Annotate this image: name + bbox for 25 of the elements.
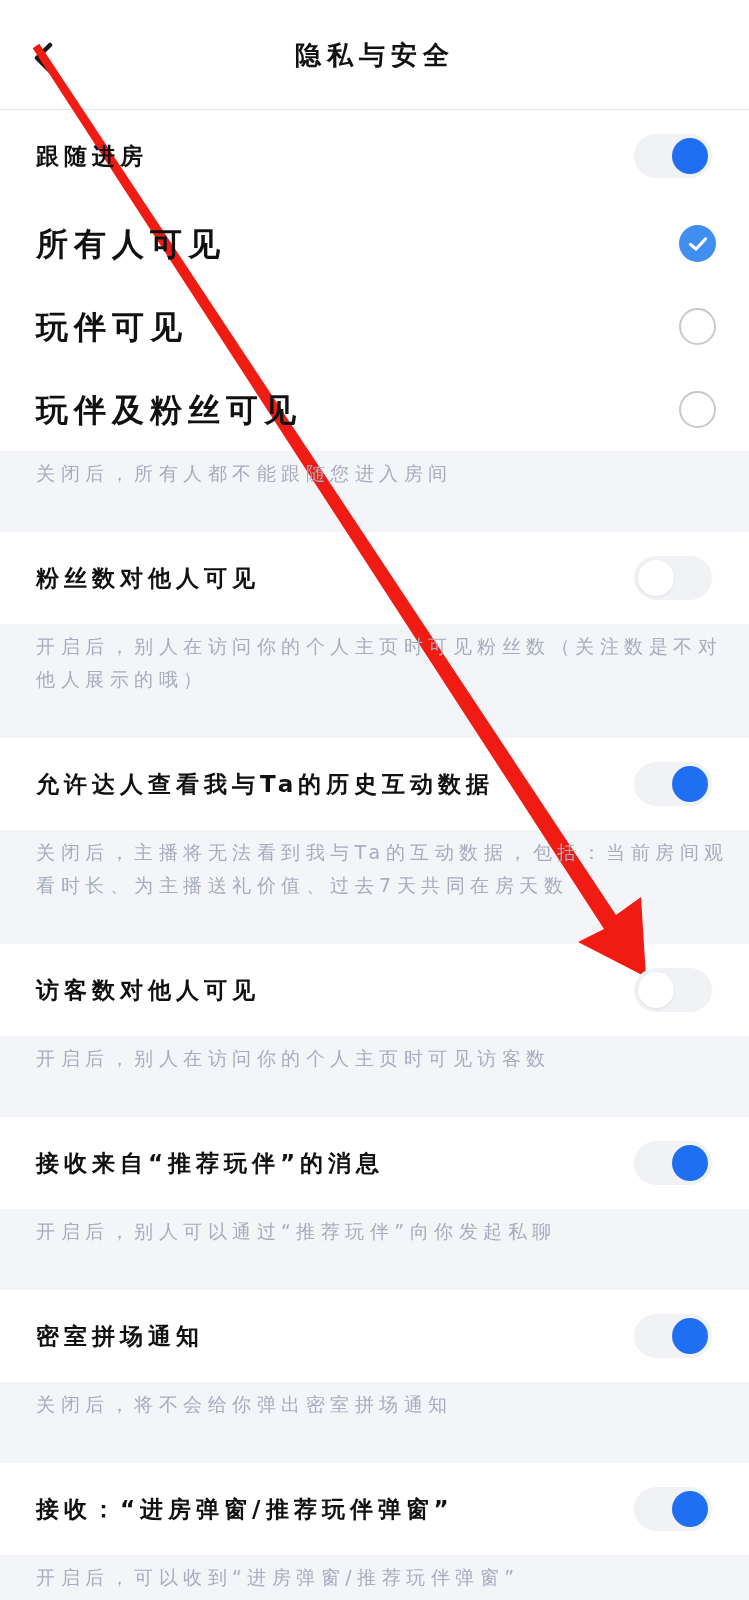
setting-label: 密室拼场通知 (36, 1321, 204, 1351)
toggle-switch[interactable] (634, 134, 712, 178)
setting-label: 接收：“进房弹窗/推荐玩伴弹窗” (36, 1494, 454, 1524)
radio-button[interactable] (679, 225, 716, 262)
check-icon (687, 235, 708, 252)
page-title: 隐私与安全 (294, 41, 455, 68)
setting-description: 开启后，别人在访问你的个人主页时可见访客数 (36, 1046, 552, 1071)
toggle-switch[interactable] (634, 968, 712, 1012)
setting-label: 粉丝数对他人可见 (36, 563, 260, 593)
back-icon (33, 42, 53, 74)
toggle-switch[interactable] (634, 1314, 712, 1358)
setting-label: 允许达人查看我与Ta的历史互动数据 (36, 769, 495, 799)
toggle-switch[interactable] (634, 556, 712, 600)
radio-button[interactable] (679, 308, 716, 345)
setting-description: 关闭后，主播将无法看到我与Ta的互动数据，包括：当前房间观看时长、为主播送礼价值、过去7天共同在房天数 (36, 840, 730, 898)
radio-button[interactable] (679, 391, 716, 428)
setting-label: 接收来自“推荐玩伴”的消息 (36, 1148, 385, 1178)
setting-description: 关闭后，将不会给你弹出密室拼场通知 (36, 1392, 454, 1417)
option-label: 玩伴可见 (36, 306, 188, 348)
toggle-switch[interactable] (634, 762, 712, 806)
toggle-switch[interactable] (634, 1487, 712, 1531)
setting-label: 访客数对他人可见 (36, 975, 260, 1005)
setting-description: 开启后，可以收到“进房弹窗/推荐玩伴弹窗” (36, 1565, 521, 1590)
toggle-switch[interactable] (634, 1141, 712, 1185)
setting-description: 开启后，别人可以通过“推荐玩伴”向你发起私聊 (36, 1219, 558, 1244)
